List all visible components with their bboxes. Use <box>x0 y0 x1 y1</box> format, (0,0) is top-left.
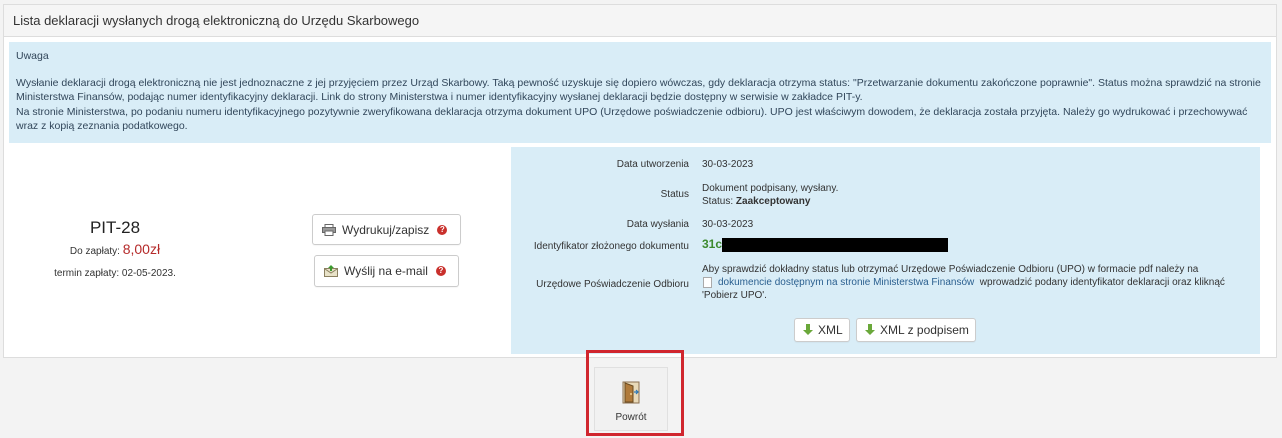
upo-instructions: Aby sprawdzić dokładny status lub otrzym… <box>702 263 1247 302</box>
upo-text-before: Aby sprawdzić dokładny status lub otrzym… <box>702 264 1199 275</box>
sent-label: Data wysłania <box>626 219 689 230</box>
xml-label: XML <box>818 323 843 337</box>
back-button[interactable]: Powrót <box>594 367 668 431</box>
status-accepted: Zaakceptowany <box>735 196 811 207</box>
status-line-1: Dokument podpisany, wysłany. <box>702 183 839 194</box>
document-icon <box>703 276 712 288</box>
xml-download-button[interactable]: XML <box>794 318 850 342</box>
document-id-label: Identyfikator złożonego dokumentu <box>533 241 689 252</box>
download-arrow-icon <box>865 324 875 336</box>
print-save-button[interactable]: Wydrukuj/zapisz ? <box>312 214 461 245</box>
created-label: Data utworzenia <box>616 159 689 170</box>
declaration-summary: PIT-28 Do zapłaty: 8,00zł termin zapłaty… <box>9 147 505 353</box>
send-email-label: Wyślij na e-mail <box>344 264 428 278</box>
redaction-bar <box>722 238 949 252</box>
back-label: Powrót <box>615 412 647 423</box>
created-value: 30-03-2023 <box>702 159 754 170</box>
panel-title: Lista deklaracji wysłanych drogą elektro… <box>4 5 1276 37</box>
xml-signed-label: XML z podpisem <box>880 323 969 337</box>
declaration-details: Data utworzenia 30-03-2023 Status Dokume… <box>511 147 1260 354</box>
due-date: termin zapłaty: 02-05-2023. <box>54 268 176 279</box>
amount-value: 8,00zł <box>122 241 161 257</box>
form-code: PIT-28 <box>89 218 141 237</box>
send-email-button[interactable]: Wyślij na e-mail ? <box>314 255 459 287</box>
amount-line: Do zapłaty: 8,00zł <box>49 241 181 257</box>
notice-paragraph-1: Wysłanie deklaracji drogą elektroniczną … <box>16 76 1261 104</box>
exit-door-icon <box>620 380 642 404</box>
xml-signed-download-button[interactable]: XML z podpisem <box>856 318 976 342</box>
notice-paragraph-2: Na stronie Ministerstwa, po podaniu nume… <box>16 105 1248 133</box>
status-label: Status <box>660 189 689 200</box>
status-line-2: Status: Zaakceptowany <box>702 195 838 208</box>
status-prefix: Status: <box>702 196 734 207</box>
document-id-value: 31c <box>702 237 949 252</box>
printer-icon <box>322 223 336 236</box>
upo-label: Urzędowe Poświadczenie Odbioru <box>536 279 689 290</box>
email-help-icon[interactable]: ? <box>435 266 446 276</box>
document-id-visible: 31c <box>702 237 723 252</box>
amount-label: Do zapłaty: <box>69 246 120 257</box>
notice-box: Uwaga Wysłanie deklaracji drogą elektron… <box>9 42 1271 143</box>
status-value: Dokument podpisany, wysłany. Status: Zaa… <box>702 182 838 208</box>
notice-title: Uwaga <box>16 50 49 62</box>
print-save-label: Wydrukuj/zapisz <box>342 222 430 237</box>
sent-value: 30-03-2023 <box>702 219 754 230</box>
download-arrow-icon <box>803 324 813 336</box>
print-help-icon[interactable]: ? <box>437 224 448 235</box>
declarations-panel: Lista deklaracji wysłanych drogą elektro… <box>3 4 1277 358</box>
upo-ministry-link[interactable]: dokumencie dostępnym na stronie Minister… <box>718 277 974 288</box>
email-send-icon <box>324 265 338 277</box>
pit-info: PIT-28 Do zapłaty: 8,00zł termin zapłaty… <box>49 218 181 280</box>
